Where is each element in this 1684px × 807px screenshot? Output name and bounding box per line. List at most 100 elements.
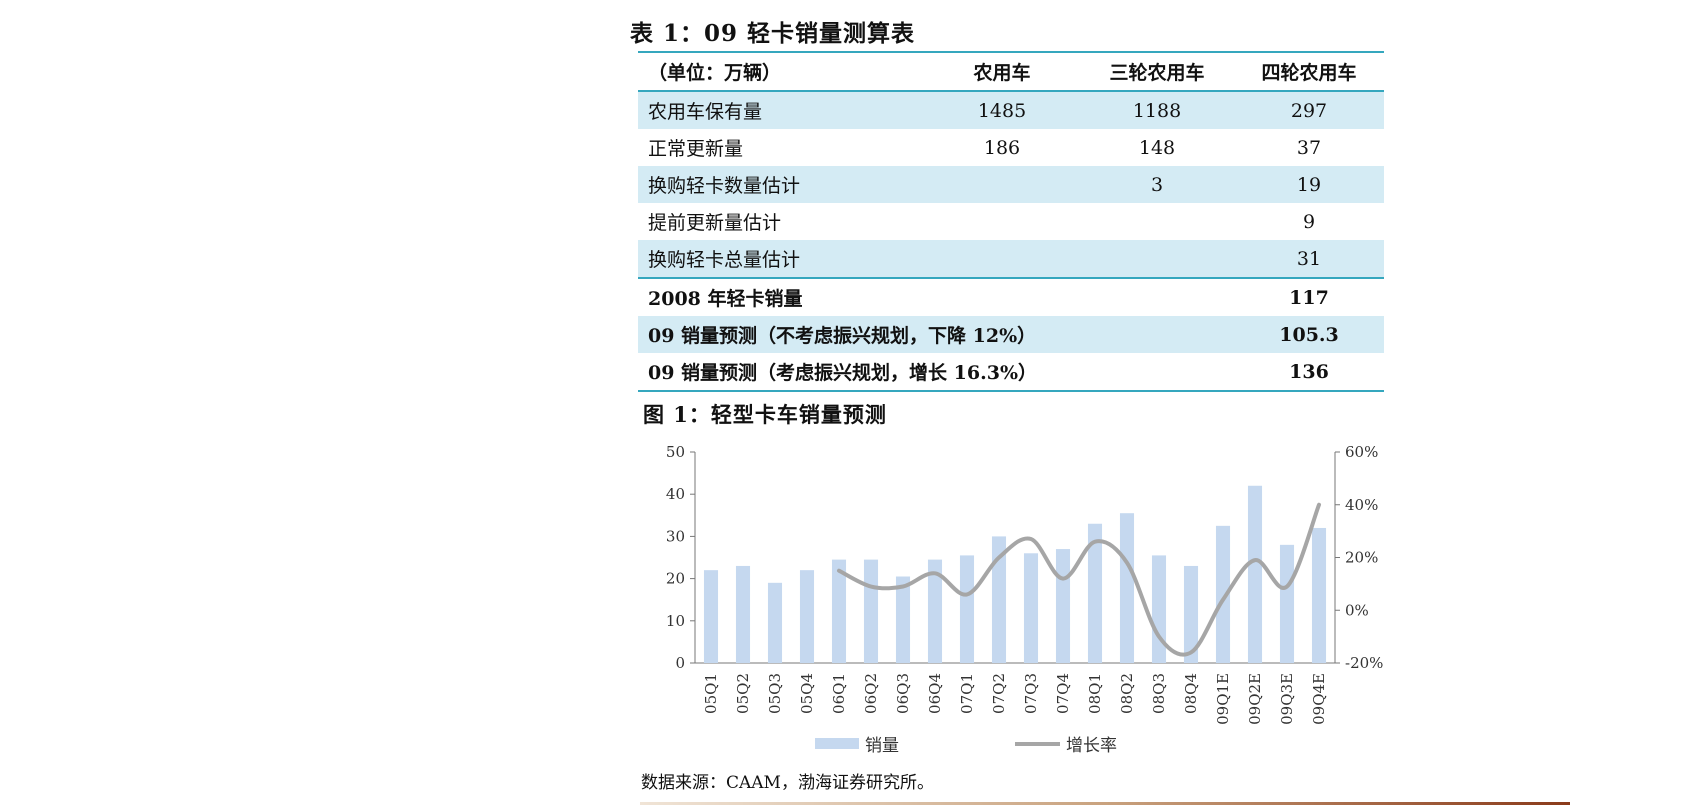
table-title: 表 1：09 轻卡销量测算表 [630,20,916,47]
cell-value: 105.3 [1234,316,1384,353]
table-row: 09 销量预测（考虑振兴规划，增长 16.3%） 136 [638,353,1384,391]
x-tick-label: 05Q3 [766,673,784,714]
cell-value [924,277,1080,316]
sales-bar [1279,544,1295,663]
header-three-wheel: 三轮农用车 [1080,52,1234,92]
header-four-wheel: 四轮农用车 [1234,52,1384,92]
table-header-row: （单位：万辆） 农用车 三轮农用车 四轮农用车 [638,52,1384,92]
right-tick-label: 40% [1345,496,1378,514]
growth-rate-line [837,502,1321,657]
cell-value: 186 [983,136,1021,159]
x-tick-label: 08Q4 [1182,673,1200,714]
x-tick-label: 06Q4 [926,673,944,714]
light-truck-sales-chart: 0 10 20 30 40 50 -20% 0% 20% 40% 60% 05Q1 05Q2 05Q3 05… [666,443,1384,756]
line-series [837,502,1321,657]
cell-value: 117 [1234,277,1384,316]
right-tick-label: 0% [1345,601,1369,619]
footer-rule [640,802,1570,805]
x-tick-label: 07Q1 [958,673,976,714]
x-tick-label: 09Q3E [1278,673,1296,725]
left-tick-label: 10 [666,612,685,630]
x-tick-label: 07Q2 [990,673,1008,714]
cell-value [924,166,1080,203]
x-tick-label: 05Q2 [734,673,752,714]
sales-bar [1055,549,1071,663]
row-label: 09 销量预测（考虑振兴规划，增长 16.3%） [648,362,1037,384]
x-tick-label: 09Q1E [1214,673,1232,725]
chart-axes [690,451,1340,664]
sales-bar [1151,555,1167,663]
cell-value: 3 [1080,166,1234,203]
table-row: 09 销量预测（不考虑振兴规划，下降 12%） 105.3 [638,316,1384,353]
row-label: 提前更新量估计 [648,212,782,234]
x-tick-label: 06Q1 [830,673,848,714]
right-tick-label: 60% [1345,443,1378,461]
chart-legend: 销量 增长率 [815,736,1117,756]
row-label: 2008 年轻卡销量 [638,277,924,316]
cell-value: 31 [1234,240,1384,278]
cell-value: 148 [1138,136,1176,159]
cell-value [1080,203,1234,240]
bar-series [703,485,1327,663]
sales-bar [1247,485,1263,663]
legend-bar-swatch [815,738,859,749]
header-farm-vehicle: 农用车 [924,52,1080,92]
sales-bar [767,582,783,663]
data-source-note: 数据来源：CAAM，渤海证券研究所。 [641,773,934,793]
row-label: 换购轻卡数量估计 [638,166,924,203]
sales-bar [1023,553,1039,663]
legend-bar-label: 销量 [865,736,899,756]
cell-value [924,203,1080,240]
cell-value: 1188 [1080,91,1234,129]
x-tick-label: 09Q4E [1310,673,1328,725]
sales-bar [895,576,911,663]
row-label: 09 销量预测（不考虑振兴规划，下降 12%） [638,316,1036,353]
x-tick-label: 07Q4 [1054,673,1072,714]
left-tick-label: 0 [675,654,685,672]
report-page: 表 1：09 轻卡销量测算表 （单位：万辆） 农用车 三轮农用车 四轮农用车 农… [0,0,1684,807]
x-tick-label: 05Q4 [798,673,816,714]
row-label: 换购轻卡总量估计 [638,240,924,278]
table-row: 换购轻卡数量估计 3 19 [638,166,1384,203]
sales-bar [1119,513,1135,663]
x-tick-label: 06Q2 [862,673,880,714]
table-row: 正常更新量 186 148 37 [638,129,1384,166]
sales-estimate-table: （单位：万辆） 农用车 三轮农用车 四轮农用车 农用车保有量 1485 1188… [638,51,1384,392]
table-row: 2008 年轻卡销量 117 [638,277,1384,316]
row-label: 农用车保有量 [638,91,924,129]
sales-bar [735,565,751,663]
left-tick-label: 30 [666,527,685,545]
cell-value: 1485 [924,91,1080,129]
cell-value: 9 [1302,210,1316,233]
left-tick-label: 20 [666,570,685,588]
cell-value: 136 [1289,360,1329,383]
x-tick-label: 05Q1 [702,673,720,714]
sales-bar [959,555,975,663]
legend-line-label: 增长率 [1066,736,1117,756]
row-label: 正常更新量 [648,138,744,160]
x-tick-label: 08Q3 [1150,673,1168,714]
cell-value: 37 [1296,136,1322,159]
table-row: 农用车保有量 1485 1188 297 [638,91,1384,129]
sales-bar [1311,527,1327,663]
cell-value: 19 [1234,166,1384,203]
cell-value: 297 [1234,91,1384,129]
left-tick-label: 50 [666,443,685,461]
sales-bar [799,570,815,663]
left-tick-label: 40 [666,485,685,503]
cell-value [1080,353,1234,391]
cell-value [1080,277,1234,316]
cell-value [924,240,1080,278]
right-tick-label: 20% [1345,549,1378,567]
x-tick-label: 07Q3 [1022,673,1040,714]
sales-bar [863,559,879,663]
x-tick-label: 09Q2E [1246,673,1264,725]
x-tick-label: 08Q2 [1118,673,1136,714]
cell-value [1080,240,1234,278]
figure-title: 图 1：轻型卡车销量预测 [643,402,887,427]
header-unit: （单位：万辆） [638,52,924,92]
x-tick-label: 06Q3 [894,673,912,714]
table-row: 提前更新量估计 9 [638,203,1384,240]
right-tick-label: -20% [1345,654,1383,672]
sales-bar [703,570,719,663]
